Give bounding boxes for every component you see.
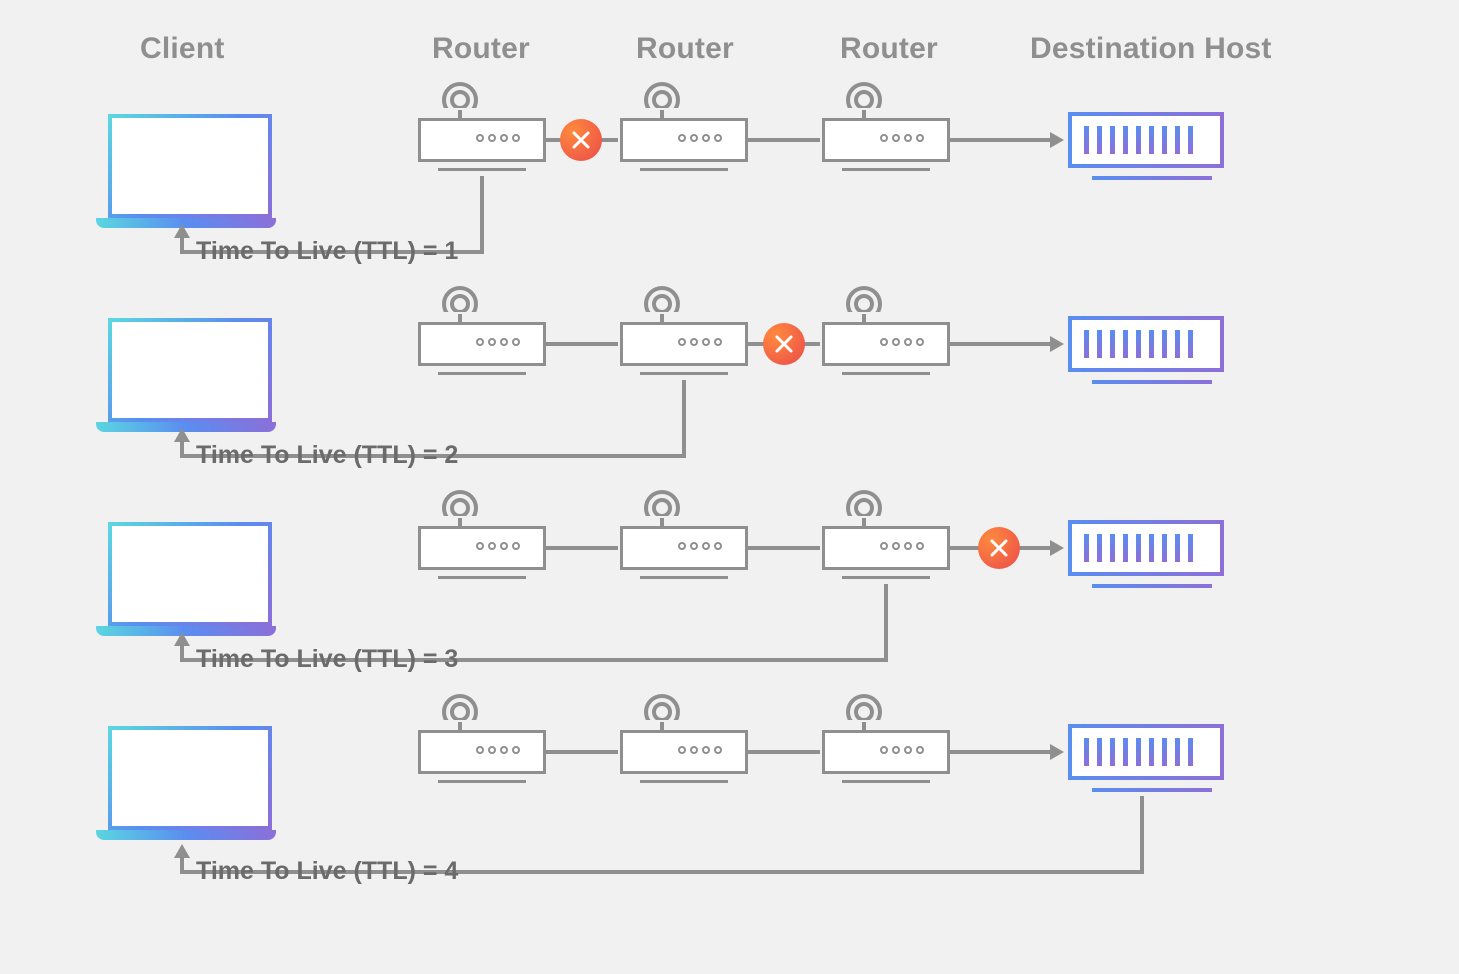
router-icon [822, 82, 950, 178]
server-icon [1068, 724, 1224, 798]
server-icon [1068, 112, 1224, 186]
stop-x-icon [560, 119, 602, 161]
ttl-label-3: Time To Live (TTL) = 3 [196, 645, 458, 674]
router-icon [418, 490, 546, 586]
server-icon [1068, 520, 1224, 594]
connector [546, 342, 618, 346]
connector [546, 750, 618, 754]
header-router-2: Router [636, 32, 734, 66]
connector [950, 750, 1054, 754]
header-router-1: Router [432, 32, 530, 66]
server-icon [1068, 316, 1224, 390]
router-icon [620, 490, 748, 586]
ttl-label-4: Time To Live (TTL) = 4 [196, 857, 458, 886]
arrowhead-icon [1050, 540, 1064, 556]
ttl-label-1: Time To Live (TTL) = 1 [196, 237, 458, 266]
connector [546, 546, 618, 550]
ttl-label-2: Time To Live (TTL) = 2 [196, 441, 458, 470]
arrowhead-icon [1050, 744, 1064, 760]
arrowhead-icon [1050, 336, 1064, 352]
router-icon [418, 694, 546, 790]
router-icon [418, 82, 546, 178]
router-icon [822, 490, 950, 586]
router-icon [418, 286, 546, 382]
connector [748, 138, 820, 142]
router-icon [822, 286, 950, 382]
router-icon [822, 694, 950, 790]
header-router-3: Router [840, 32, 938, 66]
router-icon [620, 82, 748, 178]
router-icon [620, 286, 748, 382]
header-destination: Destination Host [1030, 32, 1272, 66]
header-client: Client [140, 32, 225, 66]
stop-x-icon [763, 323, 805, 365]
arrowhead-icon [1050, 132, 1064, 148]
diagram-canvas: Client Router Router Router Destination … [0, 0, 1459, 974]
router-icon [620, 694, 748, 790]
stop-x-icon [978, 527, 1020, 569]
connector [748, 750, 820, 754]
connector [748, 546, 820, 550]
connector [950, 138, 1054, 142]
connector [950, 342, 1054, 346]
